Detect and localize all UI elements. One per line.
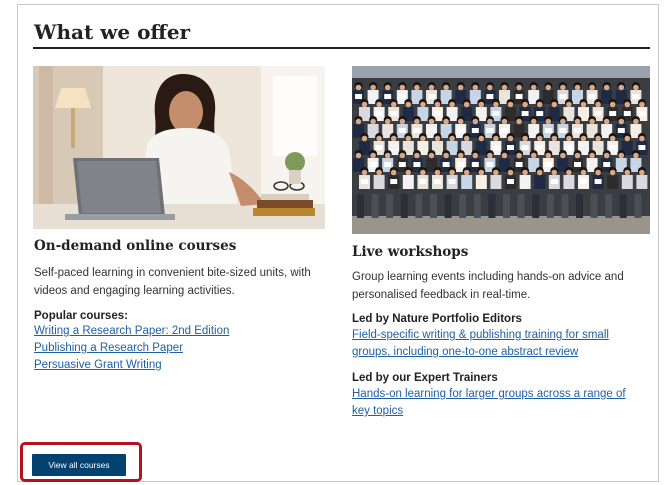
trainers-label: Led by our Expert Trainers (352, 372, 498, 384)
woman-laptop-illustration (33, 66, 325, 229)
group-photo-illustration (352, 66, 650, 234)
workshops-description-line1: Group learning events including hands-on… (352, 271, 624, 283)
editors-link-line2[interactable]: groups, including one-to-one abstract re… (352, 344, 578, 361)
course-link-grant-writing[interactable]: Persuasive Grant Writing (34, 357, 162, 374)
live-workshops-title: Live workshops (352, 244, 469, 260)
workshop-group-photo (352, 66, 650, 234)
editors-label: Led by Nature Portfolio Editors (352, 313, 522, 325)
online-courses-title: On-demand online courses (34, 238, 237, 254)
online-courses-description-line1: Self-paced learning in convenient bite-s… (34, 267, 311, 279)
trainers-link-line2[interactable]: key topics (352, 403, 403, 420)
workshops-description-line2: personalised feedback in real-time. (352, 289, 531, 301)
editors-link-line1[interactable]: Field-specific writing & publishing trai… (352, 327, 609, 344)
title-divider (33, 47, 650, 49)
course-link-research-paper[interactable]: Writing a Research Paper: 2nd Edition (34, 323, 229, 340)
trainers-link-line1[interactable]: Hands-on learning for larger groups acro… (352, 386, 626, 403)
online-courses-description-line2: videos and engaging learning activities. (34, 285, 235, 297)
online-course-photo (33, 66, 325, 229)
section-title: What we offer (34, 20, 191, 44)
popular-courses-label: Popular courses: (34, 310, 128, 322)
course-link-publishing[interactable]: Publishing a Research Paper (34, 340, 183, 357)
view-all-courses-button[interactable]: View all courses (32, 454, 126, 476)
